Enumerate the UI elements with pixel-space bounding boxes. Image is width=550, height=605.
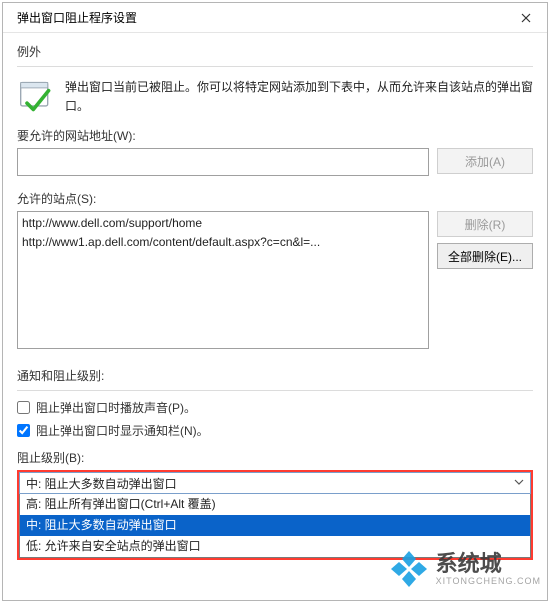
info-icon bbox=[17, 77, 55, 115]
blocking-level-options: 高: 阻止所有弹出窗口(Ctrl+Alt 覆盖) 中: 阻止大多数自动弹出窗口 … bbox=[19, 494, 531, 557]
blocking-level-label: 阻止级别(B): bbox=[17, 449, 533, 466]
chevron-down-icon bbox=[514, 476, 524, 490]
blocking-level-combobox[interactable]: 中: 阻止大多数自动弹出窗口 bbox=[19, 472, 531, 494]
url-label: 要允许的网站地址(W): bbox=[17, 127, 533, 144]
checkbox-row-infobar[interactable]: 阻止弹出窗口时显示通知栏(N)。 bbox=[17, 422, 533, 439]
info-text: 弹出窗口当前已被阻止。你可以将特定网站添加到下表中，从而允许来自该站点的弹出窗口… bbox=[65, 77, 533, 115]
list-item[interactable]: http://www.dell.com/support/home bbox=[22, 214, 424, 233]
sound-checkbox[interactable] bbox=[17, 401, 30, 414]
option-high[interactable]: 高: 阻止所有弹出窗口(Ctrl+Alt 覆盖) bbox=[20, 494, 530, 515]
exceptions-heading: 例外 bbox=[17, 43, 533, 60]
checkbox-row-sound[interactable]: 阻止弹出窗口时播放声音(P)。 bbox=[17, 399, 533, 416]
watermark-url: XITONGCHENG.COM bbox=[436, 577, 541, 586]
window-title: 弹出窗口阻止程序设置 bbox=[17, 9, 137, 26]
infobar-checkbox-label: 阻止弹出窗口时显示通知栏(N)。 bbox=[36, 422, 209, 439]
allowed-sites-listbox[interactable]: http://www.dell.com/support/home http://… bbox=[17, 211, 429, 349]
titlebar: 弹出窗口阻止程序设置 bbox=[3, 3, 547, 33]
sound-checkbox-label: 阻止弹出窗口时播放声音(P)。 bbox=[36, 399, 196, 416]
notifications-heading: 通知和阻止级别: bbox=[17, 367, 533, 384]
blocking-level-selected: 中: 阻止大多数自动弹出窗口 bbox=[26, 475, 177, 492]
blocking-level-dropdown-highlight: 中: 阻止大多数自动弹出窗口 高: 阻止所有弹出窗口(Ctrl+Alt 覆盖) … bbox=[17, 470, 533, 559]
add-button[interactable]: 添加(A) bbox=[437, 148, 533, 174]
list-item[interactable]: http://www1.ap.dell.com/content/default.… bbox=[22, 233, 424, 252]
option-low[interactable]: 低: 允许来自安全站点的弹出窗口 bbox=[20, 536, 530, 557]
remove-button[interactable]: 删除(R) bbox=[437, 211, 533, 237]
url-input[interactable] bbox=[17, 148, 429, 176]
remove-all-button[interactable]: 全部删除(E)... bbox=[437, 243, 533, 269]
infobar-checkbox[interactable] bbox=[17, 424, 30, 437]
option-medium[interactable]: 中: 阻止大多数自动弹出窗口 bbox=[20, 515, 530, 536]
allowed-sites-label: 允许的站点(S): bbox=[17, 190, 533, 207]
close-button[interactable] bbox=[505, 4, 547, 32]
